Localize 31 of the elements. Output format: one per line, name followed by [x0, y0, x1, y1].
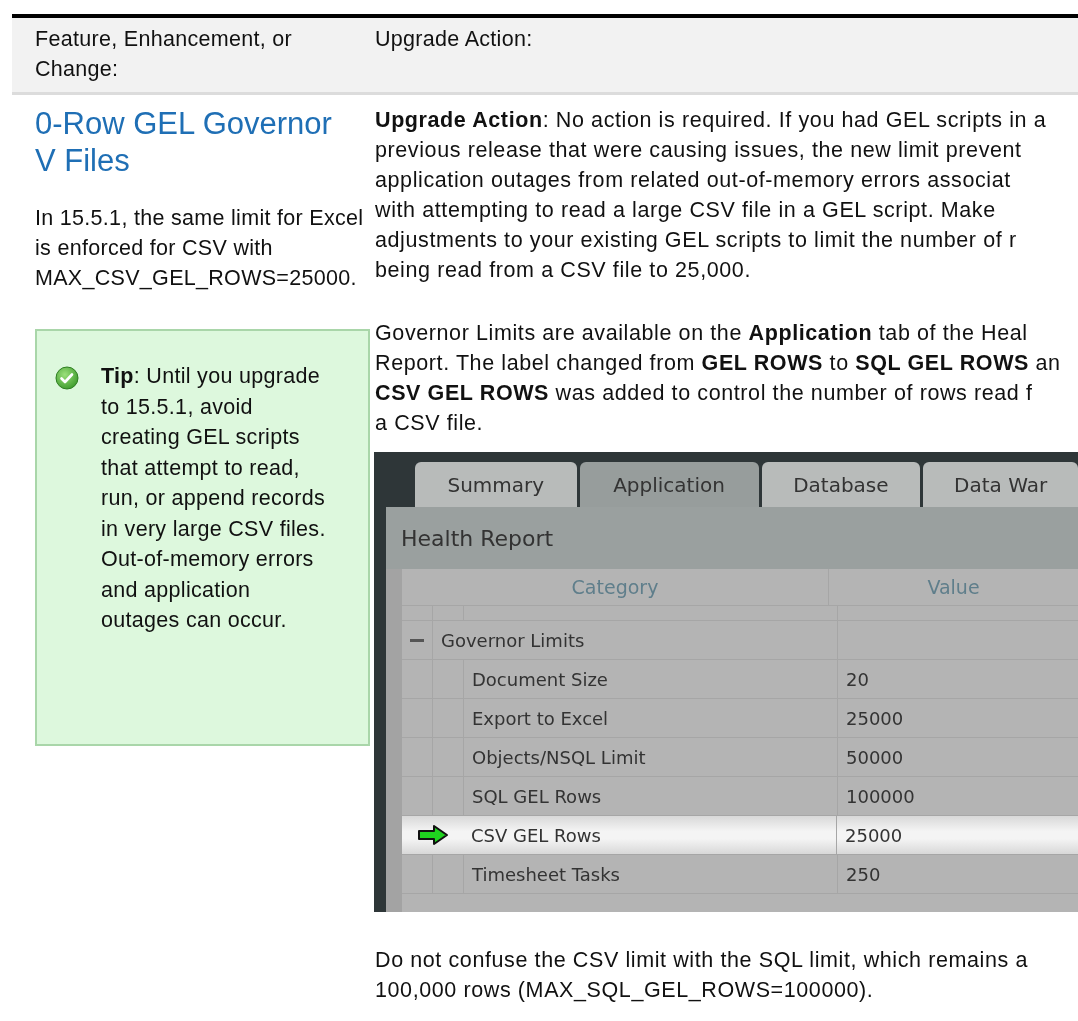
column-header: Feature, Enhancement, or Change:	[35, 26, 293, 83]
tip-text: Tip: Until you upgrade to 15.5.1, avoid creating GEL scripts that attempt to read, run, or append records in very large CSV files. Out-of-memory errors and application outages can occur.	[101, 363, 326, 634]
panel-title: Health Report	[386, 507, 1078, 569]
tab[interactable]: Application	[579, 462, 759, 507]
tree-cell: Governor Limits	[433, 621, 838, 659]
tab[interactable]: Summary	[415, 462, 577, 507]
value-cell-text: 50000	[845, 745, 905, 770]
collapse-icon[interactable]	[410, 638, 424, 642]
arrow-icon	[416, 824, 449, 846]
tree-cell: Objects/NSQL Limit	[464, 738, 838, 776]
column-header: Upgrade Action:	[375, 26, 534, 53]
tree-cell: CSV GEL Rows	[463, 816, 837, 854]
feature-description: In 15.5.1, the same limit for Excel is enforced for CSV with MAX_CSV_GEL_ROWS=25000.	[35, 205, 365, 292]
tab[interactable]: Data War	[923, 462, 1078, 507]
value-cell-text: 100000	[845, 784, 916, 809]
paragraph: Do not confuse the CSV limit with the SQL limit, which remains a 100,000 rows (MAX_SQL_GEL_ROWS=100000).	[375, 947, 1029, 1004]
paragraph: Governor Limits are available on the Application tab of the Heal Report. The label changed from GEL ROWS to SQL GEL ROWS an CSV GEL ROWS was added to control the number of rows read f a CSV file.	[375, 320, 1062, 437]
column-header: Value	[926, 575, 981, 600]
value-cell-text: 20	[845, 667, 870, 692]
tree-cell: Export to Excel	[464, 699, 838, 737]
value-cell-text: 25000	[844, 823, 904, 848]
tree-cell: Timesheet Tasks	[464, 855, 838, 893]
paragraph: Upgrade Action: No action is required. If you had GEL scripts in a previous release that were causing issues, the new limit prevent application outages from related out-of-memory errors associat with attempting to read a large CSV file in a GEL script. Make adjustments to your existing GEL scripts to limit the number of r being read from a CSV file to 25,000.	[375, 107, 1048, 284]
tree-cell: Document Size	[464, 660, 838, 698]
value-cell-text: 25000	[845, 706, 905, 731]
column-header: Category	[402, 569, 829, 605]
tab[interactable]: Database	[761, 462, 921, 507]
check-circle-icon	[55, 366, 79, 390]
value-cell-text: 250	[845, 862, 882, 887]
feature-heading: 0-Row GEL Governor V Files	[35, 105, 333, 179]
tree-cell: SQL GEL Rows	[464, 777, 838, 815]
